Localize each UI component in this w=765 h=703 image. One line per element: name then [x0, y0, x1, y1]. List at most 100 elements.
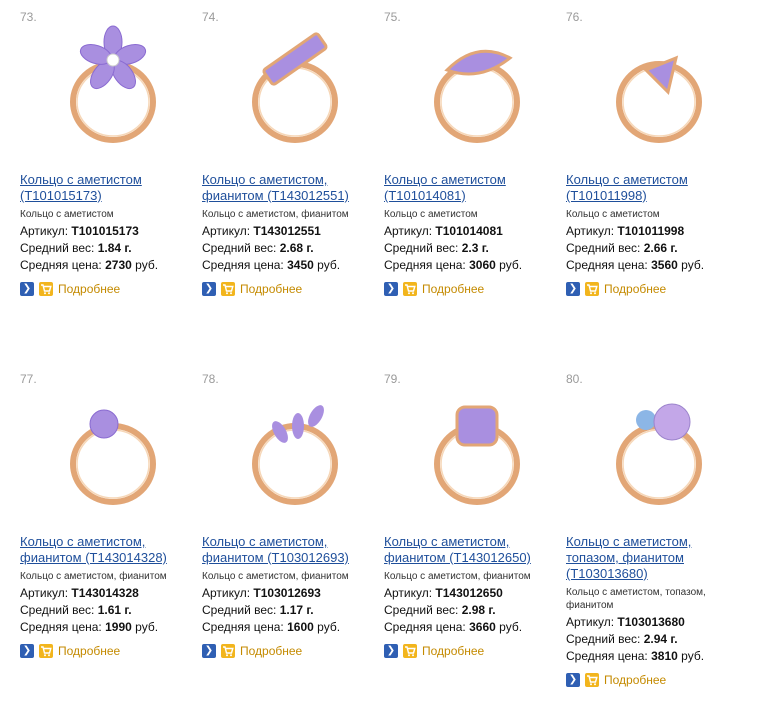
- weight-value: 2.98: [461, 603, 486, 617]
- price-label: Средняя цена:: [566, 258, 648, 272]
- product-subtitle-line2: фианитом: [566, 600, 614, 611]
- weight-unit: г.: [124, 241, 132, 255]
- product-weight: Средний вес: 2.66 г.: [566, 241, 678, 256]
- more-link[interactable]: Подробнее: [604, 673, 666, 687]
- go-arrow-icon[interactable]: ❯: [202, 644, 216, 658]
- product-photo[interactable]: [402, 372, 552, 522]
- product-subtitle: Кольцо с аметистом, фианитом: [384, 570, 556, 583]
- product-photo[interactable]: [584, 10, 734, 160]
- product-title-link[interactable]: Кольцо с аметистом, фианитом (Т143012551): [202, 172, 374, 204]
- price-label: Средняя цена:: [566, 649, 648, 663]
- product-title-line1: Кольцо с аметистом: [384, 172, 506, 187]
- product-price: Средняя цена: 3450 руб.: [202, 258, 340, 273]
- product-photo[interactable]: [584, 372, 734, 522]
- price-label: Средняя цена:: [20, 258, 102, 272]
- more-link[interactable]: Подробнее: [58, 282, 120, 296]
- go-arrow-icon[interactable]: ❯: [566, 282, 580, 296]
- product-title-line1: Кольцо с аметистом,: [566, 534, 692, 549]
- go-arrow-icon[interactable]: ❯: [202, 282, 216, 296]
- product-title-line2: фианитом (Т143014328): [20, 550, 167, 565]
- product-price: Средняя цена: 3810 руб.: [566, 649, 704, 664]
- cart-icon[interactable]: [221, 644, 235, 658]
- product-subtitle: Кольцо с аметистом, фианитом: [20, 570, 192, 583]
- price-label: Средняя цена:: [384, 620, 466, 634]
- product-actions: ❯ Подробнее: [202, 643, 302, 659]
- article-label: Артикул:: [20, 224, 69, 238]
- price-unit: руб.: [681, 649, 705, 663]
- product-title-line2: фианитом (Т103012693): [202, 550, 349, 565]
- cart-icon[interactable]: [403, 282, 417, 296]
- article-label: Артикул:: [20, 586, 69, 600]
- article-value: Т103012693: [253, 586, 321, 600]
- product-article: Артикул: Т101015173: [20, 224, 139, 239]
- product-subtitle: Кольцо с аметистом: [566, 208, 738, 221]
- cart-icon[interactable]: [221, 282, 235, 296]
- price-label: Средняя цена:: [202, 258, 284, 272]
- price-label: Средняя цена:: [384, 258, 466, 272]
- weight-value: 2.3: [461, 241, 479, 255]
- cart-icon[interactable]: [39, 644, 53, 658]
- product-subtitle: Кольцо с аметистом: [20, 208, 192, 221]
- product-title-line1: Кольцо с аметистом: [566, 172, 688, 187]
- product-actions: ❯ Подробнее: [20, 643, 120, 659]
- more-link[interactable]: Подробнее: [604, 282, 666, 296]
- product-title-link[interactable]: Кольцо с аметистом, фианитом (Т103012693): [202, 534, 374, 566]
- price-value: 1990: [105, 620, 132, 634]
- cart-icon[interactable]: [403, 644, 417, 658]
- more-link[interactable]: Подробнее: [422, 644, 484, 658]
- product-number: 74.: [202, 10, 219, 24]
- product-title-line1: Кольцо с аметистом,: [202, 172, 328, 187]
- go-arrow-icon[interactable]: ❯: [20, 282, 34, 296]
- product-photo[interactable]: [38, 10, 188, 160]
- product-subtitle-line1: Кольцо с аметистом: [20, 209, 114, 220]
- weight-label: Средний вес:: [384, 603, 459, 617]
- product-actions: ❯ Подробнее: [202, 281, 302, 297]
- article-value: Т101015173: [71, 224, 139, 238]
- go-arrow-icon[interactable]: ❯: [566, 673, 580, 687]
- go-arrow-icon[interactable]: ❯: [384, 644, 398, 658]
- cart-icon[interactable]: [585, 282, 599, 296]
- product-title-line2: (Т101014081): [384, 188, 466, 203]
- product-photo[interactable]: [220, 372, 370, 522]
- product-title-line2: (Т101011998): [566, 188, 647, 203]
- weight-label: Средний вес:: [202, 603, 277, 617]
- more-link[interactable]: Подробнее: [240, 644, 302, 658]
- product-subtitle: Кольцо с аметистом, топазом, фианитом: [566, 586, 738, 612]
- product-actions: ❯ Подробнее: [20, 281, 120, 297]
- product-number: 73.: [20, 10, 37, 24]
- price-unit: руб.: [317, 258, 341, 272]
- cart-icon[interactable]: [585, 673, 599, 687]
- product-actions: ❯ Подробнее: [566, 281, 666, 297]
- product-actions: ❯ Подробнее: [384, 643, 484, 659]
- more-link[interactable]: Подробнее: [58, 644, 120, 658]
- product-number: 78.: [202, 372, 219, 386]
- more-link[interactable]: Подробнее: [240, 282, 302, 296]
- go-arrow-icon[interactable]: ❯: [20, 644, 34, 658]
- price-unit: руб.: [499, 620, 523, 634]
- more-link[interactable]: Подробнее: [422, 282, 484, 296]
- go-arrow-icon[interactable]: ❯: [384, 282, 398, 296]
- weight-unit: г.: [670, 241, 678, 255]
- weight-label: Средний вес:: [202, 241, 277, 255]
- product-photo[interactable]: [402, 10, 552, 160]
- product-grid: 73. Кольцо с аметистом (Т101015173) Кольцо …: [0, 0, 765, 703]
- weight-unit: г.: [124, 603, 132, 617]
- product-title-link[interactable]: Кольцо с аметистом, топазом, фианитом (Т10…: [566, 534, 738, 582]
- product-weight: Средний вес: 2.98 г.: [384, 603, 496, 618]
- product-weight: Средний вес: 2.3 г.: [384, 241, 489, 256]
- product-photo[interactable]: [38, 372, 188, 522]
- product-title-line3: (Т103013680): [566, 566, 648, 581]
- cart-icon[interactable]: [39, 282, 53, 296]
- product-subtitle-line1: Кольцо с аметистом, фианитом: [202, 571, 349, 582]
- product-weight: Средний вес: 2.94 г.: [566, 632, 678, 647]
- product-title-link[interactable]: Кольцо с аметистом (Т101015173): [20, 172, 192, 204]
- product-article: Артикул: Т143012650: [384, 586, 503, 601]
- product-photo[interactable]: [220, 10, 370, 160]
- price-label: Средняя цена:: [202, 620, 284, 634]
- product-title-link[interactable]: Кольцо с аметистом (Т101011998): [566, 172, 738, 204]
- product-title-link[interactable]: Кольцо с аметистом, фианитом (Т143012650): [384, 534, 556, 566]
- product-title-link[interactable]: Кольцо с аметистом (Т101014081): [384, 172, 556, 204]
- price-unit: руб.: [499, 258, 523, 272]
- product-title-link[interactable]: Кольцо с аметистом, фианитом (Т143014328): [20, 534, 192, 566]
- product-weight: Средний вес: 1.61 г.: [20, 603, 132, 618]
